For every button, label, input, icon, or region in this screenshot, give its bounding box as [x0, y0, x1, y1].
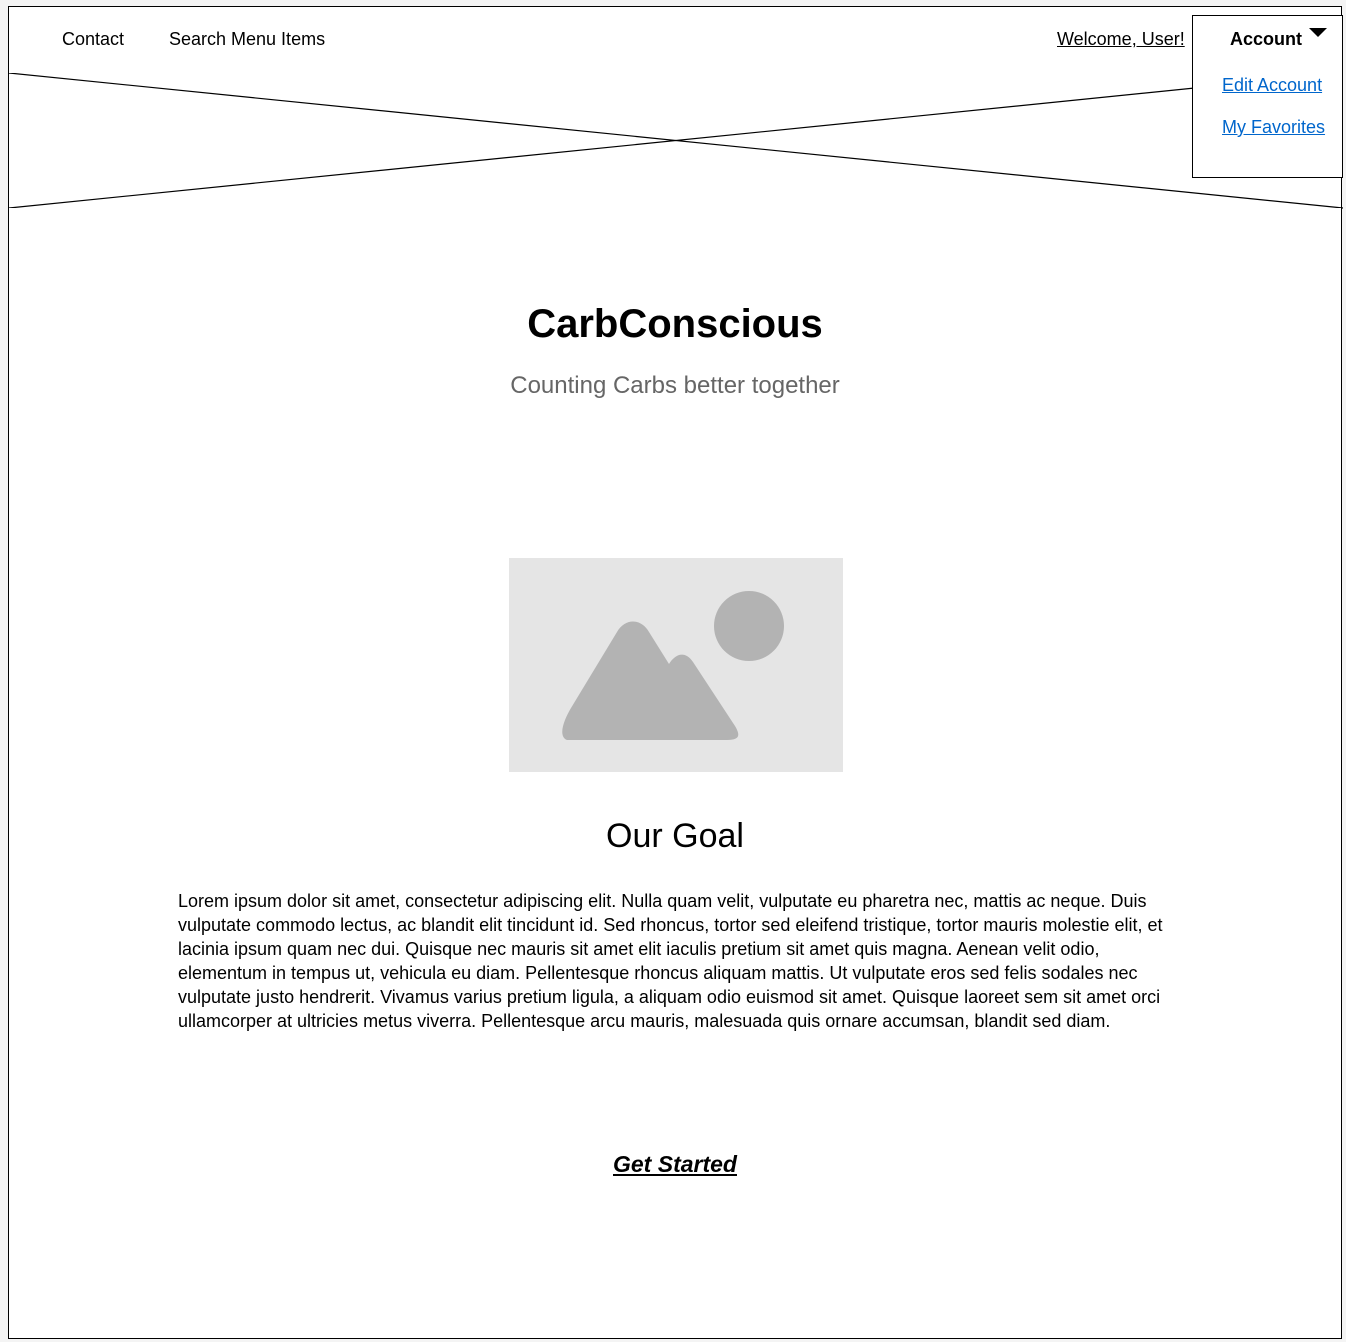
goal-section: Our Goal Lorem ipsum dolor sit amet, con… [8, 517, 1342, 1339]
banner-cross-lines [9, 73, 1343, 209]
site-tagline: Counting Carbs better together [510, 372, 840, 399]
site-title: CarbConscious [527, 302, 823, 346]
top-navbar: Contact Search Menu Items Welcome, User! [8, 6, 1342, 74]
landscape-icon [562, 591, 784, 740]
hero-section: CarbConscious Counting Carbs better toge… [8, 208, 1342, 518]
menu-item-edit-account[interactable]: Edit Account [1222, 75, 1322, 96]
caret-down-icon[interactable] [1309, 28, 1327, 40]
banner-image-placeholder [8, 73, 1343, 209]
goal-heading: Our Goal [606, 817, 744, 855]
nav-link-contact[interactable]: Contact [62, 29, 124, 50]
welcome-user-link[interactable]: Welcome, User! [1057, 29, 1185, 50]
get-started-link[interactable]: Get Started [9, 1151, 1341, 1178]
nav-link-search-menu-items[interactable]: Search Menu Items [169, 29, 325, 50]
menu-item-my-favorites[interactable]: My Favorites [1222, 117, 1325, 138]
account-menu-toggle[interactable]: Account [1230, 29, 1302, 50]
goal-paragraph: Lorem ipsum dolor sit amet, consectetur … [178, 891, 1163, 1031]
image-placeholder-icon [509, 558, 843, 772]
account-dropdown: Account Edit Account My Favorites [1192, 15, 1343, 178]
